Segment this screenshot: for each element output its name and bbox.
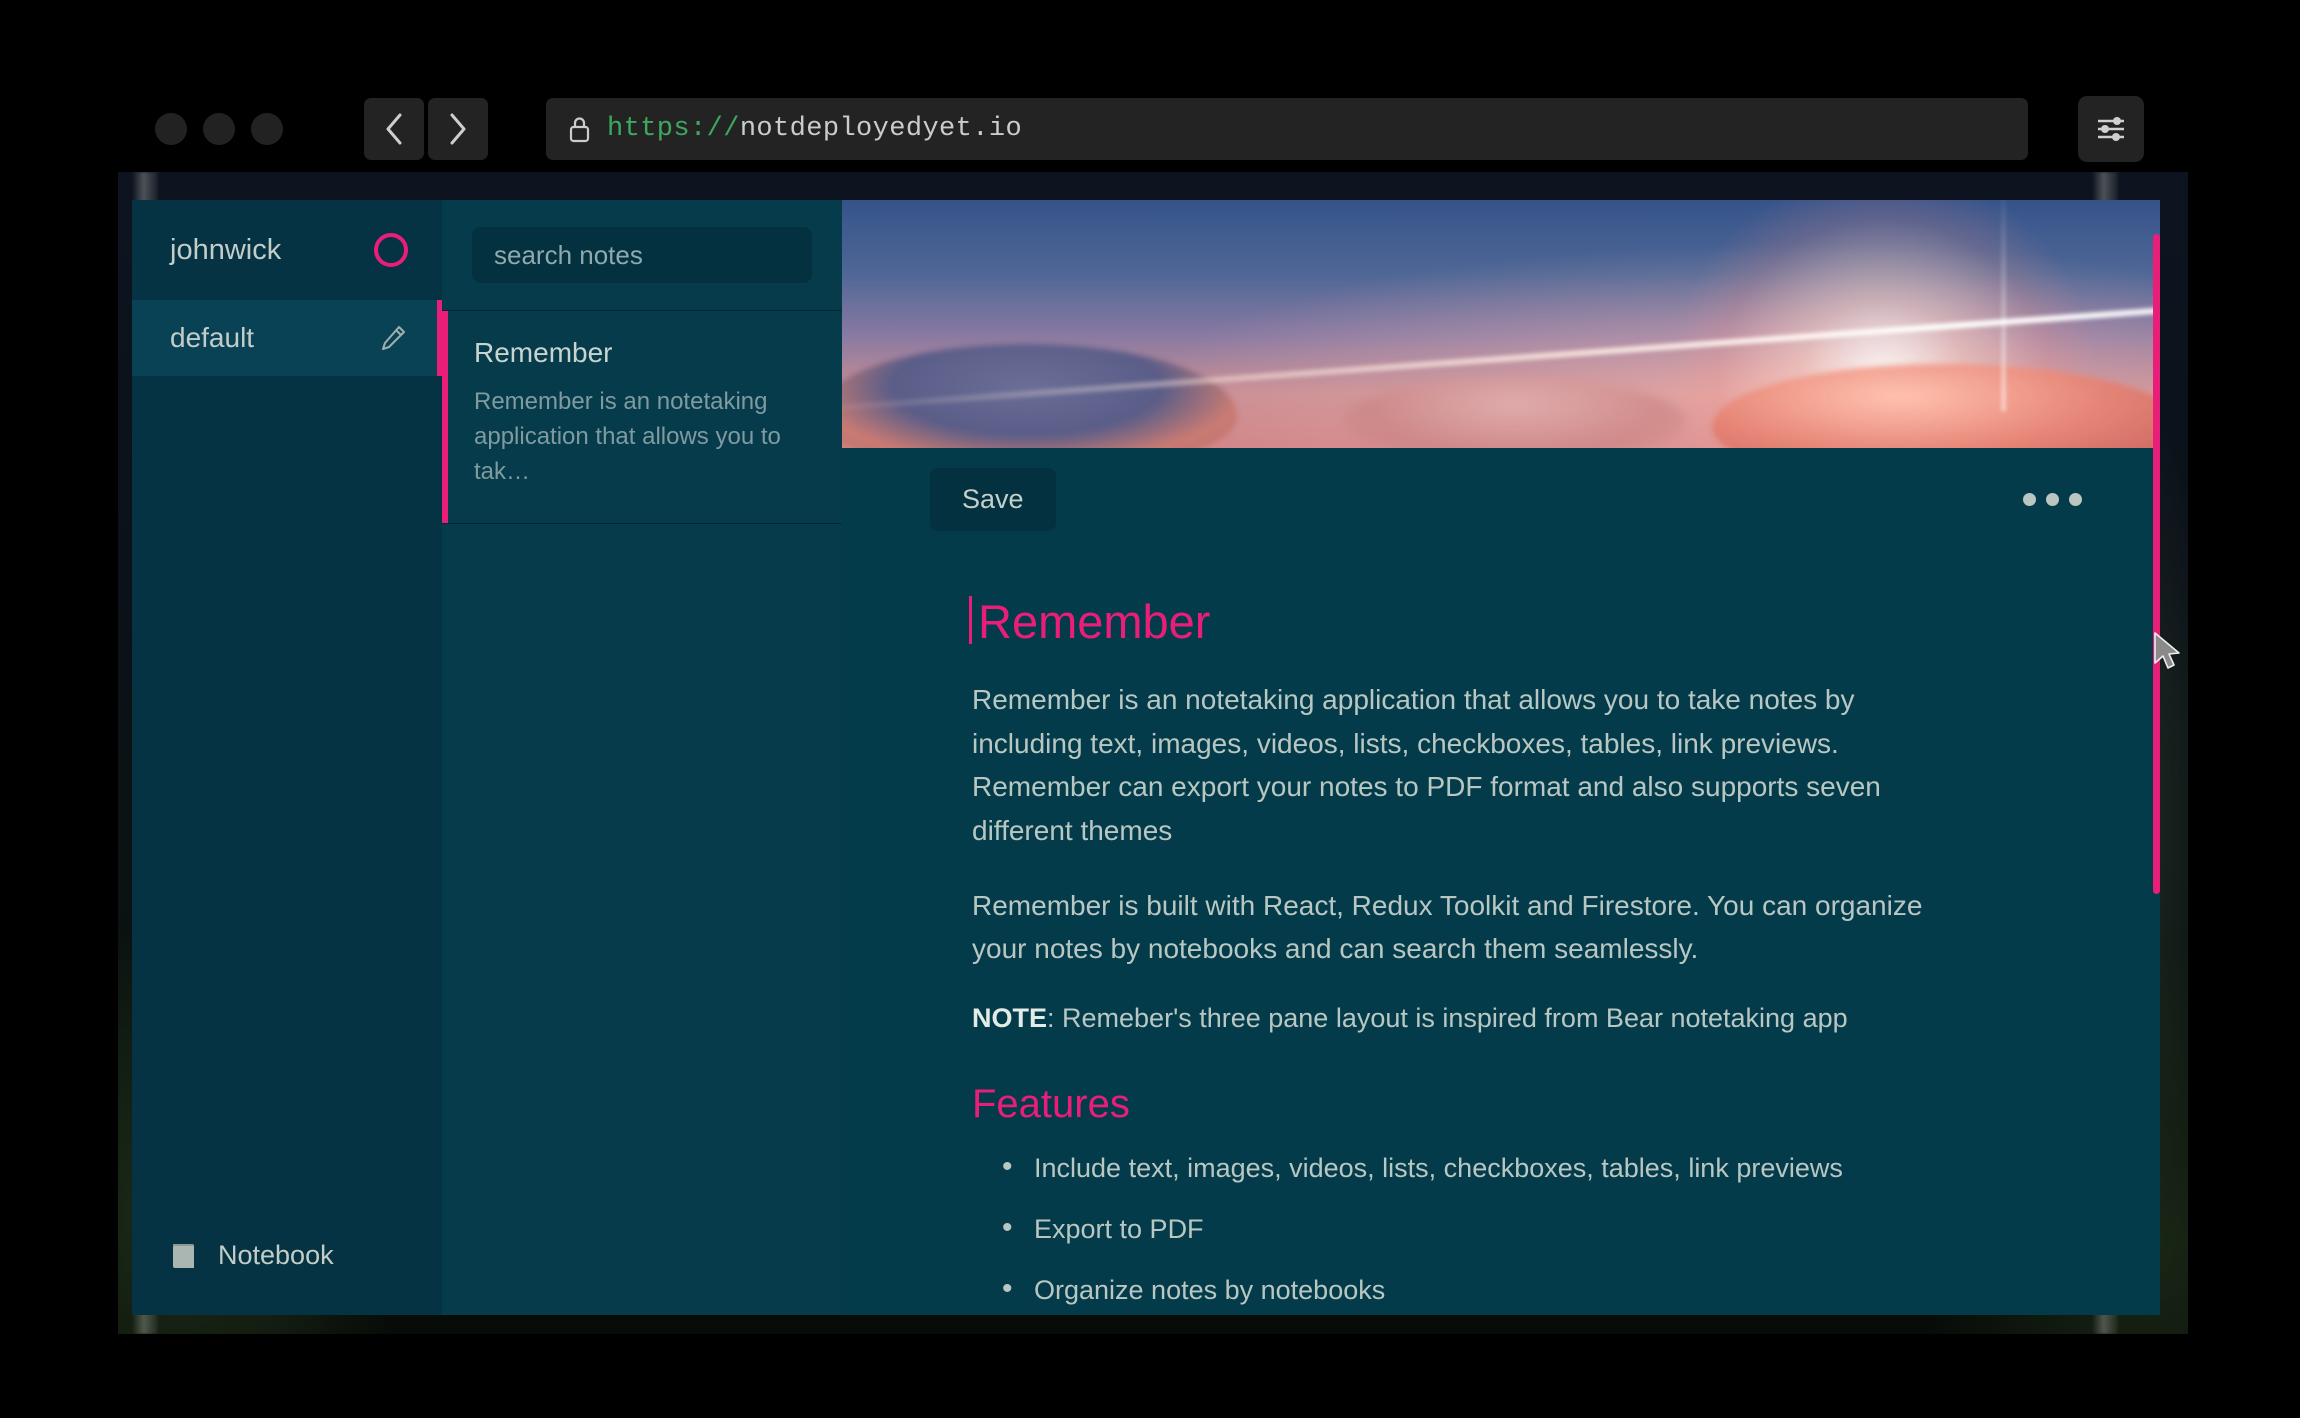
chevron-left-icon (383, 112, 405, 146)
list-item: Export to PDF (1034, 1214, 1972, 1245)
note-card-preview: Remember is an notetaking application th… (474, 385, 812, 489)
username-label: johnwick (170, 234, 281, 267)
sidebar-item-notebook-default[interactable]: default (132, 300, 442, 376)
user-row[interactable]: johnwick (132, 200, 442, 300)
note-hero-image (842, 200, 2160, 448)
search-input[interactable] (472, 227, 812, 283)
note-paragraph-2: Remember is built with React, Redux Tool… (972, 884, 1972, 971)
window-controls (155, 113, 283, 145)
notebook-name-label: default (170, 322, 254, 354)
kebab-dot-2 (2046, 493, 2059, 506)
navigation-buttons (364, 98, 488, 160)
vertical-scrollbar[interactable] (2153, 200, 2160, 1315)
note-title[interactable]: Remember (972, 594, 1972, 650)
notebook-footer-label: Notebook (218, 1240, 334, 1271)
url-text: https://notdeployedyet.io (607, 114, 1022, 144)
more-options-icon[interactable] (2023, 493, 2082, 506)
sidebar: johnwick default Notebook (132, 200, 442, 1315)
note-callout: NOTE: Remeber's three pane layout is ins… (972, 1003, 1972, 1034)
note-paragraph-1: Remember is an notetaking application th… (972, 678, 1972, 852)
note-document-inner: Remember Remember is an notetaking appli… (972, 594, 1972, 1315)
url-host: notdeployedyet.io (740, 114, 1022, 144)
lock-icon (568, 115, 591, 144)
save-button[interactable]: Save (930, 468, 1056, 531)
url-scheme: https:// (607, 114, 740, 144)
window-maximize-dot[interactable] (251, 113, 283, 145)
address-bar[interactable]: https://notdeployedyet.io (546, 98, 2028, 160)
kebab-dot-1 (2023, 493, 2036, 506)
list-item: Include text, images, videos, lists, che… (1034, 1153, 1972, 1184)
window-minimize-dot[interactable] (203, 113, 235, 145)
note-callout-label: NOTE (972, 1003, 1047, 1033)
note-list-pane: Remember Remember is an notetaking appli… (442, 200, 842, 1315)
mouse-cursor (2153, 632, 2183, 674)
note-callout-text: : Remeber's three pane layout is inspire… (1047, 1003, 1848, 1033)
back-button[interactable] (364, 98, 424, 160)
kebab-dot-3 (2069, 493, 2082, 506)
note-editor-pane: Save Remember Remember is an notetaking … (842, 200, 2160, 1315)
features-heading: Features (972, 1082, 1972, 1127)
search-wrap (442, 200, 842, 310)
list-item: Organize notes by notebooks (1034, 1275, 1972, 1306)
remember-app-window: johnwick default Notebook Remember (132, 200, 2160, 1315)
book-icon (170, 1240, 198, 1270)
editor-toolbar: Save (842, 448, 2160, 550)
pencil-icon[interactable] (378, 323, 408, 353)
browser-chrome: https://notdeployedyet.io (0, 0, 2300, 176)
user-avatar-circle[interactable] (374, 233, 408, 267)
window-close-dot[interactable] (155, 113, 187, 145)
add-notebook-row[interactable]: Notebook (132, 1195, 442, 1315)
preferences-button[interactable] (2078, 96, 2144, 162)
forward-button[interactable] (428, 98, 488, 160)
note-document[interactable]: Remember Remember is an notetaking appli… (842, 550, 2160, 1315)
chevron-right-icon (447, 112, 469, 146)
scrollbar-thumb[interactable] (2153, 234, 2160, 894)
hero-lens-glare (2002, 200, 2005, 411)
note-card-title: Remember (474, 337, 812, 369)
features-list: Include text, images, videos, lists, che… (972, 1153, 1972, 1315)
list-item-note[interactable]: Remember Remember is an notetaking appli… (442, 311, 842, 524)
sliders-icon (2094, 113, 2128, 145)
sidebar-spacer (132, 376, 442, 1195)
